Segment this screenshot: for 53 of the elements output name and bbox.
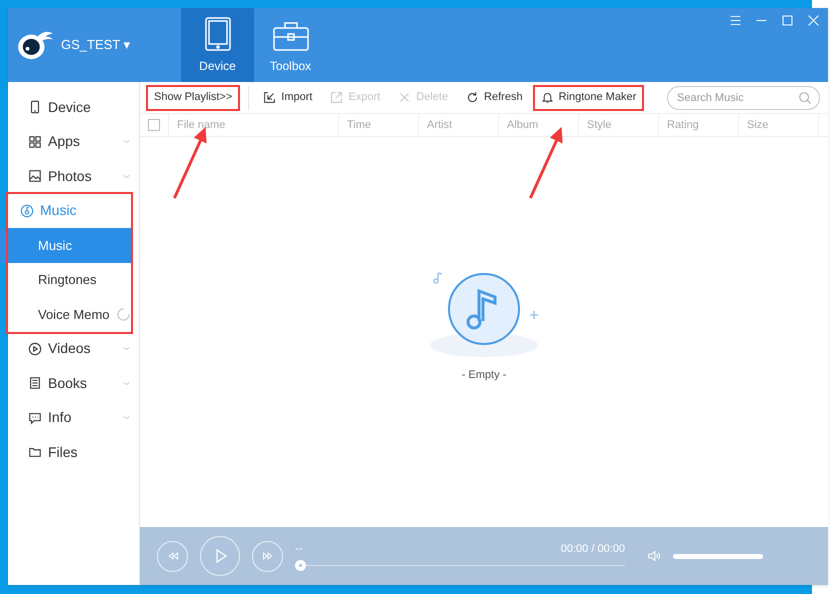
header-tab[interactable]: Device bbox=[181, 8, 254, 82]
time-text: 00:00 / 00:00 bbox=[560, 542, 625, 557]
sidebar-subitem[interactable]: Ringtones bbox=[0, 262, 131, 297]
rewind-button[interactable] bbox=[157, 540, 188, 572]
header-tab[interactable]: Toolbox bbox=[254, 8, 327, 82]
grid-icon bbox=[28, 134, 42, 149]
toolbar-button[interactable]: Refresh bbox=[460, 86, 529, 108]
folder-icon bbox=[28, 445, 42, 460]
sidebar-subitem[interactable]: Voice Memo bbox=[0, 297, 131, 332]
music-icon bbox=[20, 204, 34, 218]
sidebar-item[interactable]: Apps bbox=[8, 124, 139, 159]
sidebar-item[interactable]: Files bbox=[8, 435, 139, 470]
logo-icon bbox=[17, 29, 55, 61]
select-all-checkbox[interactable] bbox=[148, 119, 160, 131]
toolbar-button[interactable]: Ringtone Maker bbox=[534, 86, 642, 108]
tablet-icon bbox=[204, 17, 230, 51]
close-icon[interactable] bbox=[807, 14, 820, 27]
fast-forward-icon bbox=[262, 550, 274, 562]
export-icon bbox=[330, 91, 344, 104]
rewind-icon bbox=[166, 550, 178, 562]
play-button[interactable] bbox=[200, 536, 240, 576]
briefcase-icon bbox=[272, 21, 308, 51]
book-icon bbox=[28, 376, 42, 390]
sidebar-subitem[interactable]: Music bbox=[0, 228, 131, 262]
phone-icon bbox=[28, 100, 42, 114]
sidebar-item[interactable]: Books bbox=[8, 366, 139, 400]
import-icon bbox=[263, 91, 276, 104]
maximize-icon[interactable] bbox=[781, 14, 794, 27]
toolbar-button[interactable]: Import bbox=[257, 86, 318, 108]
account-name[interactable]: GS_TEST ▾ bbox=[61, 35, 131, 55]
bell-icon bbox=[540, 91, 554, 104]
refresh-icon bbox=[466, 91, 480, 104]
track-title: -- bbox=[295, 542, 302, 557]
spinner-icon bbox=[116, 306, 131, 322]
play-icon bbox=[28, 342, 42, 356]
close-icon bbox=[398, 91, 412, 104]
search-icon bbox=[798, 90, 812, 104]
progress-track[interactable] bbox=[295, 560, 625, 572]
message-icon bbox=[28, 410, 42, 425]
sidebar-item[interactable]: Photos bbox=[8, 159, 139, 194]
forward-button[interactable] bbox=[252, 540, 283, 572]
sidebar-item[interactable]: Videos bbox=[8, 332, 139, 366]
toolbar-button[interactable]: Show Playlist>> bbox=[148, 86, 238, 108]
progress-thumb[interactable] bbox=[295, 560, 306, 572]
volume-icon[interactable] bbox=[647, 549, 661, 563]
search-field[interactable]: Search Music bbox=[667, 86, 820, 110]
image-icon bbox=[28, 169, 42, 184]
menu-icon[interactable] bbox=[729, 14, 742, 27]
volume-bar[interactable] bbox=[673, 554, 763, 558]
empty-text: - Empty - bbox=[462, 368, 506, 383]
sidebar-item[interactable]: Device bbox=[8, 90, 139, 124]
sidebar-item[interactable]: Music bbox=[0, 194, 131, 228]
sidebar-item[interactable]: Info bbox=[8, 400, 139, 435]
